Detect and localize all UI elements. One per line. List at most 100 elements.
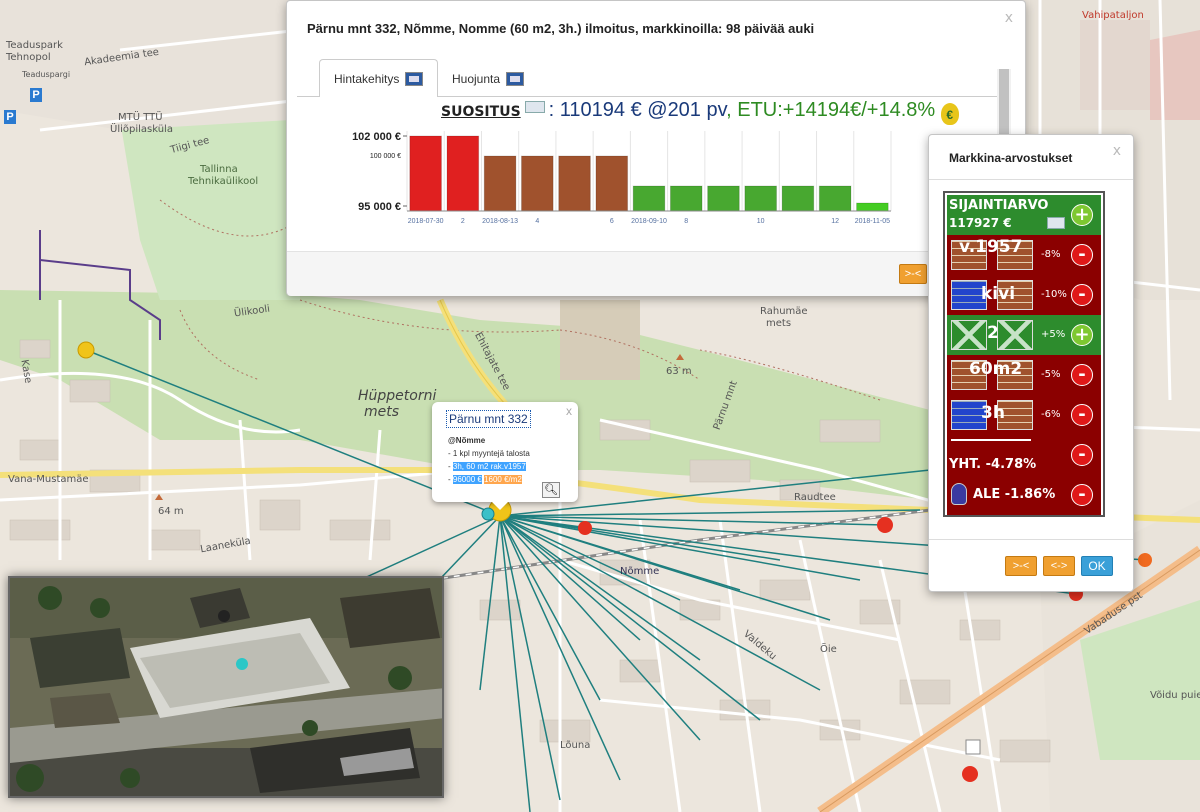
map-label-nomme: Nõmme: [620, 566, 660, 577]
map-label-teaduspark: Teaduspark: [6, 40, 63, 51]
sqm-price-highlight: 1600 €/m2: [484, 475, 522, 484]
map-label-raudtee: Raudtee: [794, 492, 836, 503]
price-highlight: 96000 €: [452, 475, 482, 484]
zoom-icon[interactable]: 🔍︎: [542, 482, 560, 498]
aerial-photo: [8, 576, 444, 798]
chart-bar: [669, 185, 703, 212]
chart-bar: [632, 185, 666, 212]
map-label-huppetorni: Hüppetorni: [358, 388, 437, 404]
popup-title[interactable]: Pärnu mnt 332: [446, 410, 531, 428]
map-popup: Pärnu mnt 332 x @Nõmme - 1 kpl myyntejä …: [432, 402, 578, 510]
price-history-chart: 102 000 € 100 000 € 95 000 € 2018-07-30 2 201…: [352, 131, 892, 225]
map-label-louna: Lõuna: [560, 740, 591, 751]
tab-huojunta[interactable]: Huojunta: [437, 59, 539, 97]
chart-bar: [446, 135, 480, 212]
divider: [929, 179, 1133, 180]
map-label-mtu-ttu: MTÜ TTÜ: [118, 112, 163, 123]
minus-button[interactable]: -: [1071, 484, 1093, 506]
floor-label: 2: [987, 323, 999, 343]
recommendation-value: : 110194 € @201 pv: [548, 99, 727, 121]
close-button[interactable]: x: [1005, 10, 1013, 26]
map-label-uliopilaskula: Üliõpilasküla: [110, 124, 173, 135]
tab-label: Huojunta: [452, 72, 501, 86]
x-tick-label: 6: [610, 218, 614, 225]
apartment-highlight: 3h, 60 m2 rak.v1957: [452, 462, 526, 471]
collapse-button[interactable]: >-<: [1005, 556, 1037, 576]
area-pct: -5%: [1041, 369, 1061, 380]
y-tick-label: 95 000 €: [358, 201, 401, 213]
minus-button[interactable]: -: [1071, 364, 1093, 386]
map-icon[interactable]: [1047, 217, 1065, 229]
hand-icon: [951, 483, 967, 505]
plus-button[interactable]: +: [1071, 204, 1093, 226]
collapse-button[interactable]: >-<: [899, 264, 927, 284]
chart-bar: [483, 155, 517, 212]
chart-bar: [856, 202, 889, 212]
location-value: 117927 €: [949, 216, 1012, 230]
valuation-panel: SIJAINTIARVO 117927 € + v.1957 -8% - kiv…: [943, 191, 1105, 517]
material-label: kivi: [981, 284, 1016, 304]
chart-bar: [781, 185, 815, 212]
valuation-dialog: Markkina-arvostukset x SIJAINTIARVO 1179…: [928, 134, 1134, 592]
valuation-row-floor: 2 +5% +: [947, 315, 1101, 355]
divider: [929, 539, 1133, 540]
recommendation-label: SUOSITUS: [441, 104, 521, 120]
valuation-row-rooms: 3h -6% -: [947, 395, 1101, 435]
popup-close-button[interactable]: x: [566, 404, 572, 418]
minus-button[interactable]: -: [1071, 244, 1093, 266]
chart-bar: [558, 155, 591, 212]
valuation-row-area: 60m2 -5% -: [947, 355, 1101, 395]
popup-apartment-info: - 3h, 60 m2 rak.v1957: [448, 462, 526, 471]
valuation-row-total: YHT. -4.78% -: [947, 435, 1101, 475]
tab-hintakehitys[interactable]: Hintakehitys: [319, 59, 439, 97]
map-label-vahipataljon: Vahipataljon: [1082, 10, 1144, 21]
total-label: YHT. -4.78%: [949, 457, 1037, 472]
popup-sales-count: - 1 kpl myyntejä talosta: [448, 449, 530, 458]
x-tick-label: 10: [757, 218, 765, 225]
map-label-oie: Õie: [820, 644, 837, 655]
info-icon[interactable]: [524, 101, 545, 113]
chart-bar: [520, 155, 554, 212]
x-tick-label: 2018-09-10: [631, 218, 667, 225]
expand-button[interactable]: <->: [1043, 556, 1075, 576]
map-label-rahumae-mets: mets: [766, 318, 792, 329]
listing-dialog: Pärnu mnt 332, Nõmme, Nomme (60 m2, 3h.)…: [286, 0, 1026, 296]
area-label: 60m2: [969, 359, 1023, 379]
x-tick-label: 2018-11-05: [855, 218, 890, 225]
map-label-64m: 64 m: [158, 506, 184, 517]
minus-button[interactable]: -: [1071, 284, 1093, 306]
chart-bar: [595, 155, 629, 212]
dialog-body: Hintakehitys Huojunta SUOSITUS : 110194 €…: [297, 55, 1011, 251]
moneybag-icon: €: [940, 103, 959, 125]
location-value-row: SIJAINTIARVO 117927 € +: [947, 195, 1101, 235]
map-label-tehnopol: Tehnopol: [6, 52, 51, 63]
map-label-rahumae: Rahumäe: [760, 306, 808, 317]
ok-button[interactable]: OK: [1081, 556, 1113, 576]
valuation-title: Markkina-arvostukset: [949, 151, 1073, 165]
stairs-icon: [951, 320, 987, 350]
x-tick-label: 8: [684, 218, 688, 225]
y-tick-label: 102 000 €: [352, 131, 401, 143]
recommendation: SUOSITUS : 110194 € @201 pv, ETU:+14194€/…: [441, 99, 959, 125]
minus-button[interactable]: -: [1071, 404, 1093, 426]
stairs-icon: [997, 320, 1033, 350]
minus-button[interactable]: -: [1071, 444, 1093, 466]
map-label-tallinna: Tallinna: [200, 164, 238, 175]
rooms-label: 3h: [981, 403, 1005, 423]
discount-label: ALE -1.86%: [973, 487, 1056, 502]
valuation-row-material: kivi -10% -: [947, 275, 1101, 315]
year-pct: -8%: [1041, 249, 1061, 260]
plus-button[interactable]: +: [1071, 324, 1093, 346]
recommendation-benefit: , ETU:+14194€/+14.8%: [726, 99, 936, 121]
map-label-63m: 63 m: [666, 366, 692, 377]
popup-price-info: - 96000 € 1600 €/m2: [448, 475, 522, 484]
parking-icon: P: [4, 110, 16, 124]
popup-tail: [492, 502, 508, 510]
chart-icon: [405, 72, 424, 86]
chart-bar: [744, 185, 778, 212]
map-label-tehnikaulikool: Tehnikaülikool: [188, 176, 259, 187]
chart-icon: [506, 72, 525, 86]
close-button[interactable]: x: [1113, 143, 1121, 159]
valuation-row-year: v.1957 -8% -: [947, 235, 1101, 275]
year-label: v.1957: [959, 237, 1023, 257]
